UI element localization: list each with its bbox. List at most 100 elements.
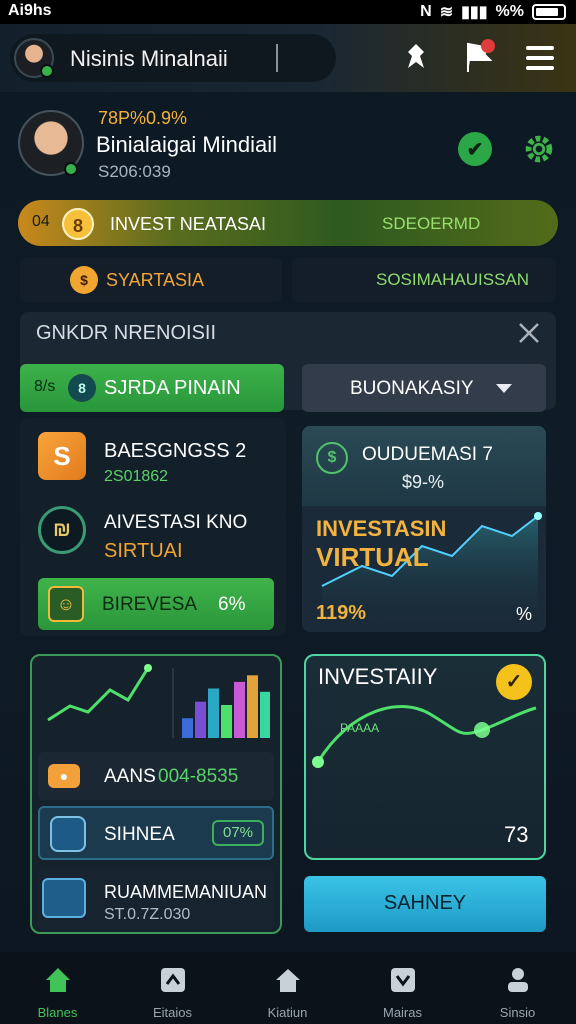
play-icon bbox=[390, 968, 415, 992]
investaiiy-value: 73 bbox=[504, 822, 529, 847]
nav-label: Eitaios bbox=[152, 1005, 193, 1020]
nav-item-chart[interactable]: Eitaios bbox=[115, 952, 230, 1024]
curve-label: PAAAA bbox=[340, 721, 379, 735]
status-time: Ai9hs bbox=[8, 2, 52, 19]
ruam-sub: ST.0.7Z.030 bbox=[104, 906, 191, 923]
gear-icon[interactable] bbox=[520, 130, 558, 168]
aans-value: 004-8535 bbox=[158, 766, 239, 787]
panel-title: GNKDR NRENOISII bbox=[36, 322, 217, 344]
person-icon bbox=[507, 968, 528, 992]
invest-banner[interactable]: 04 8 INVEST NEATASAI SDEOERMD bbox=[18, 200, 558, 246]
divider bbox=[276, 44, 278, 72]
nav-item-play[interactable]: Mairas bbox=[345, 952, 460, 1024]
chevron-down-icon bbox=[496, 384, 512, 393]
online-status-icon bbox=[40, 64, 54, 78]
virtual-card-title: OUDUEMASI 7 bbox=[362, 444, 493, 465]
analytics-bar bbox=[221, 705, 232, 738]
bottom-nav: Blanes Eitaios Kiatiun Mairas Sinsio bbox=[0, 952, 576, 1024]
online-status-icon bbox=[64, 162, 78, 176]
exchange-icon: S bbox=[38, 432, 86, 480]
filter-label: SJRDA PINAIN bbox=[104, 377, 241, 399]
wifi-icon: ≋ bbox=[439, 4, 454, 21]
banner-title: INVEST NEATASAI bbox=[110, 214, 267, 234]
analytics-chart bbox=[47, 664, 270, 738]
house-icon bbox=[275, 969, 300, 992]
dropdown-selected: BUONAKASIY bbox=[350, 378, 474, 399]
network-label: N bbox=[420, 3, 432, 20]
card2-sub: SIRTUAI bbox=[104, 540, 183, 562]
nav-label: Sinsio bbox=[499, 1005, 536, 1020]
analytics-bar bbox=[247, 675, 258, 738]
card2-title: AIVESTASI KNO bbox=[104, 512, 248, 533]
menu-icon[interactable] bbox=[522, 38, 562, 78]
analytics-bar bbox=[234, 681, 245, 738]
verified-check-icon[interactable]: ✔ bbox=[458, 132, 492, 166]
image-icon bbox=[42, 878, 86, 918]
aans-label: AANS bbox=[104, 766, 156, 787]
tab-right[interactable]: SOSIMAHAUISSAN bbox=[292, 258, 556, 302]
filter-icon: 8 bbox=[68, 374, 96, 402]
nav-label: Blanes bbox=[37, 1005, 78, 1020]
virtual-headline-2: VIRTUAL bbox=[316, 542, 429, 572]
banner-right-label: SDEOERMD bbox=[382, 214, 481, 233]
badge-icon: ☺ bbox=[48, 586, 84, 622]
virtual-card-sub: $9-% bbox=[402, 472, 445, 492]
investment-icon: ₪ bbox=[38, 506, 86, 554]
coin-icon: 8 bbox=[62, 208, 94, 240]
virtual-percent-right: % bbox=[516, 604, 533, 624]
profile-percent: 78P%0.9% bbox=[98, 108, 188, 128]
dollar-icon: $ bbox=[316, 442, 348, 474]
nav-label: Kiatiun bbox=[267, 1005, 308, 1020]
chart-icon bbox=[160, 968, 185, 992]
card1-sub: 2S01862 bbox=[104, 468, 169, 485]
battery-percent: %% bbox=[495, 3, 524, 20]
ruammemaniuan-row[interactable]: RUAMMEMANIUAN ST.0.7Z.030 bbox=[38, 868, 274, 930]
signal-icon: ▮▮▮ bbox=[461, 4, 488, 21]
profile-section: 78P%0.9% Binialaigai Mindiail S206:039 ✔ bbox=[0, 92, 576, 188]
nav-item-house[interactable]: Kiatiun bbox=[230, 952, 345, 1024]
sihnea-label: SIHNEA bbox=[104, 824, 175, 845]
sihnea-badge: 07% bbox=[212, 820, 264, 846]
profile-value: S206:039 bbox=[98, 162, 171, 181]
analytics-bar bbox=[208, 688, 219, 738]
investaiiy-curve: PAAAA bbox=[312, 705, 537, 768]
profile-name: Binialaigai Mindiail bbox=[96, 132, 277, 157]
analytics-bar bbox=[195, 701, 206, 738]
card3-value: 6% bbox=[218, 594, 246, 615]
category-dropdown[interactable]: BUONAKASIY bbox=[302, 364, 546, 412]
chat-icon: ● bbox=[48, 764, 80, 788]
top-header: Nisinis Minalnaii bbox=[0, 24, 576, 92]
investaiiy-title: INVESTAIIY bbox=[318, 664, 438, 689]
nav-item-home[interactable]: Blanes bbox=[0, 952, 115, 1024]
virtual-percent-left: 119% bbox=[316, 602, 367, 624]
tab-left[interactable]: $ SYARTASIA bbox=[20, 258, 282, 302]
aans-row[interactable]: ● AANS 004-8535 bbox=[38, 752, 274, 800]
status-icons: N ≋ ▮▮▮ %% bbox=[420, 2, 566, 22]
status-bar: Ai9hs N ≋ ▮▮▮ %% bbox=[0, 0, 576, 24]
close-icon[interactable] bbox=[516, 320, 542, 346]
app-title: Nisinis Minalnaii bbox=[70, 46, 228, 71]
refresh-icon bbox=[50, 816, 86, 852]
virtual-headline-1: INVESTASIN bbox=[316, 516, 447, 541]
tab-right-label: SOSIMAHAUISSAN bbox=[376, 270, 530, 289]
banner-left-label: 04 bbox=[32, 213, 50, 230]
battery-icon bbox=[532, 4, 566, 20]
pin-icon[interactable] bbox=[396, 38, 436, 78]
currency-icon: $ bbox=[70, 266, 98, 294]
sihnea-row[interactable]: SIHNEA 07% bbox=[38, 806, 274, 860]
home-icon bbox=[45, 968, 70, 992]
nav-item-person[interactable]: Sinsio bbox=[460, 952, 575, 1024]
card1-title: BAESGNGSS 2 bbox=[104, 440, 247, 462]
primary-filter-button[interactable]: 8/s 8 SJRDA PINAIN bbox=[20, 364, 284, 412]
account-pill[interactable]: Nisinis Minalnaii bbox=[10, 34, 336, 82]
filter-prefix: 8/s bbox=[34, 378, 56, 395]
card3-button[interactable]: ☺ BIREVESA 6% bbox=[38, 578, 274, 630]
sahney-button[interactable]: SAHNEY bbox=[304, 876, 546, 932]
trend-line bbox=[47, 664, 152, 722]
tab-left-label: SYARTASIA bbox=[106, 270, 205, 290]
analytics-bar bbox=[260, 691, 270, 738]
flag-notification-icon[interactable] bbox=[460, 38, 500, 78]
ruam-title: RUAMMEMANIUAN bbox=[104, 882, 268, 902]
analytics-bar bbox=[182, 718, 193, 738]
nav-label: Mairas bbox=[382, 1005, 422, 1020]
